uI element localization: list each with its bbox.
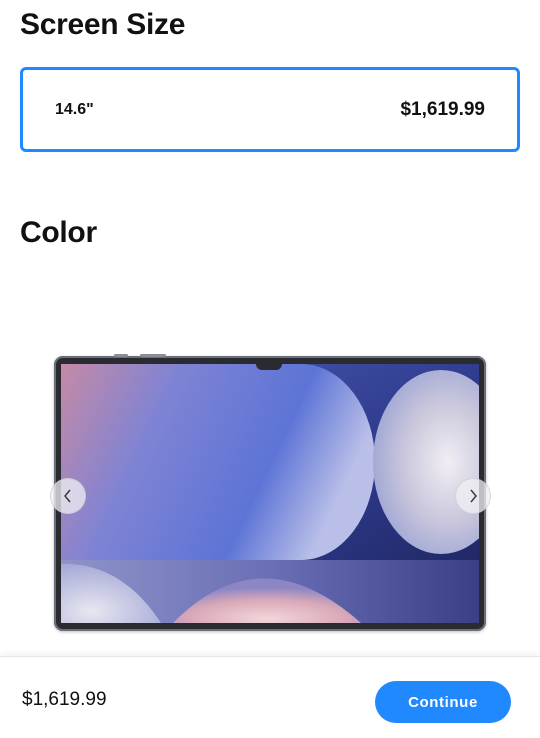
- screen-size-label: 14.6": [55, 100, 94, 118]
- camera-notch: [256, 362, 282, 370]
- tablet-side-button: [114, 354, 128, 357]
- tablet-wallpaper: [61, 364, 479, 623]
- carousel-next-button[interactable]: [455, 478, 491, 514]
- tablet-side-button: [140, 354, 166, 357]
- checkout-footer: $1,619.99 Continue: [0, 656, 540, 738]
- screen-size-price: $1,619.99: [400, 98, 485, 120]
- tablet-product-image: [54, 354, 486, 631]
- screen-size-option-selected[interactable]: 14.6" $1,619.99: [20, 67, 520, 152]
- screen-size-heading: Screen Size: [20, 8, 186, 41]
- continue-button[interactable]: Continue: [375, 681, 511, 723]
- color-heading: Color: [20, 216, 97, 249]
- product-image-carousel: [0, 340, 540, 640]
- chevron-left-icon: [64, 489, 71, 503]
- total-price: $1,619.99: [22, 689, 107, 710]
- carousel-prev-button[interactable]: [50, 478, 86, 514]
- chevron-right-icon: [470, 489, 477, 503]
